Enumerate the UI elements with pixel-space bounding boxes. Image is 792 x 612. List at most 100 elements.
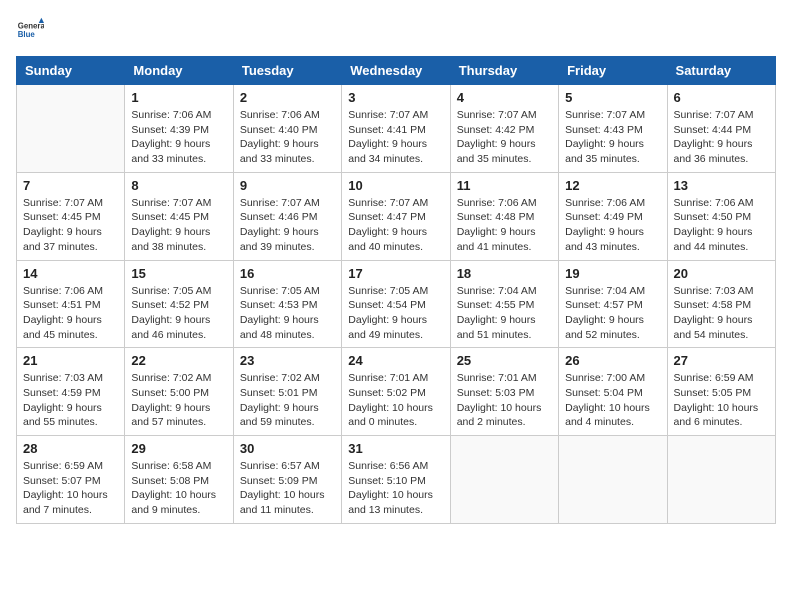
day-info: Sunrise: 7:06 AM Sunset: 4:50 PM Dayligh… xyxy=(674,196,769,255)
calendar-cell: 20 Sunrise: 7:03 AM Sunset: 4:58 PM Dayli… xyxy=(667,260,775,348)
day-number: 11 xyxy=(457,178,552,193)
day-info: Sunrise: 7:07 AM Sunset: 4:46 PM Dayligh… xyxy=(240,196,335,255)
calendar-cell: 31 Sunrise: 6:56 AM Sunset: 5:10 PM Dayli… xyxy=(342,436,450,524)
day-info: Sunrise: 7:06 AM Sunset: 4:51 PM Dayligh… xyxy=(23,284,118,343)
day-info: Sunrise: 7:01 AM Sunset: 5:03 PM Dayligh… xyxy=(457,371,552,430)
calendar-cell: 5 Sunrise: 7:07 AM Sunset: 4:43 PM Daylig… xyxy=(559,85,667,173)
weekday-header-wednesday: Wednesday xyxy=(342,57,450,85)
day-info: Sunrise: 7:07 AM Sunset: 4:45 PM Dayligh… xyxy=(131,196,226,255)
day-number: 31 xyxy=(348,441,443,456)
calendar-cell: 6 Sunrise: 7:07 AM Sunset: 4:44 PM Daylig… xyxy=(667,85,775,173)
day-info: Sunrise: 7:07 AM Sunset: 4:43 PM Dayligh… xyxy=(565,108,660,167)
logo: General Blue xyxy=(16,16,48,44)
calendar-cell: 24 Sunrise: 7:01 AM Sunset: 5:02 PM Dayli… xyxy=(342,348,450,436)
day-number: 9 xyxy=(240,178,335,193)
day-number: 5 xyxy=(565,90,660,105)
day-info: Sunrise: 7:02 AM Sunset: 5:00 PM Dayligh… xyxy=(131,371,226,430)
calendar-cell: 13 Sunrise: 7:06 AM Sunset: 4:50 PM Dayli… xyxy=(667,172,775,260)
day-number: 22 xyxy=(131,353,226,368)
day-info: Sunrise: 7:05 AM Sunset: 4:52 PM Dayligh… xyxy=(131,284,226,343)
logo-icon: General Blue xyxy=(16,16,44,44)
day-info: Sunrise: 7:07 AM Sunset: 4:41 PM Dayligh… xyxy=(348,108,443,167)
weekday-header-saturday: Saturday xyxy=(667,57,775,85)
day-info: Sunrise: 7:07 AM Sunset: 4:44 PM Dayligh… xyxy=(674,108,769,167)
day-info: Sunrise: 7:01 AM Sunset: 5:02 PM Dayligh… xyxy=(348,371,443,430)
day-number: 24 xyxy=(348,353,443,368)
calendar-cell: 25 Sunrise: 7:01 AM Sunset: 5:03 PM Dayli… xyxy=(450,348,558,436)
day-number: 13 xyxy=(674,178,769,193)
day-info: Sunrise: 7:06 AM Sunset: 4:40 PM Dayligh… xyxy=(240,108,335,167)
calendar-cell: 23 Sunrise: 7:02 AM Sunset: 5:01 PM Dayli… xyxy=(233,348,341,436)
calendar-cell: 3 Sunrise: 7:07 AM Sunset: 4:41 PM Daylig… xyxy=(342,85,450,173)
day-number: 29 xyxy=(131,441,226,456)
day-info: Sunrise: 7:04 AM Sunset: 4:55 PM Dayligh… xyxy=(457,284,552,343)
weekday-header-friday: Friday xyxy=(559,57,667,85)
calendar-cell: 9 Sunrise: 7:07 AM Sunset: 4:46 PM Daylig… xyxy=(233,172,341,260)
day-number: 20 xyxy=(674,266,769,281)
day-info: Sunrise: 7:06 AM Sunset: 4:39 PM Dayligh… xyxy=(131,108,226,167)
calendar-cell: 7Sunrise: 7:07 AM Sunset: 4:45 PM Daylig… xyxy=(17,172,125,260)
day-info: Sunrise: 6:58 AM Sunset: 5:08 PM Dayligh… xyxy=(131,459,226,518)
day-info: Sunrise: 7:04 AM Sunset: 4:57 PM Dayligh… xyxy=(565,284,660,343)
calendar-week-row: 21Sunrise: 7:03 AM Sunset: 4:59 PM Dayli… xyxy=(17,348,776,436)
day-number: 12 xyxy=(565,178,660,193)
calendar-cell: 2Sunrise: 7:06 AM Sunset: 4:40 PM Daylig… xyxy=(233,85,341,173)
day-number: 28 xyxy=(23,441,118,456)
day-number: 23 xyxy=(240,353,335,368)
calendar-table: SundayMondayTuesdayWednesdayThursdayFrid… xyxy=(16,56,776,524)
calendar-cell: 15 Sunrise: 7:05 AM Sunset: 4:52 PM Dayli… xyxy=(125,260,233,348)
day-number: 21 xyxy=(23,353,118,368)
calendar-cell: 4 Sunrise: 7:07 AM Sunset: 4:42 PM Daylig… xyxy=(450,85,558,173)
day-number: 27 xyxy=(674,353,769,368)
calendar-cell xyxy=(559,436,667,524)
day-info: Sunrise: 7:06 AM Sunset: 4:49 PM Dayligh… xyxy=(565,196,660,255)
calendar-cell: 11 Sunrise: 7:06 AM Sunset: 4:48 PM Dayli… xyxy=(450,172,558,260)
day-number: 25 xyxy=(457,353,552,368)
day-number: 17 xyxy=(348,266,443,281)
calendar-cell: 10Sunrise: 7:07 AM Sunset: 4:47 PM Dayli… xyxy=(342,172,450,260)
calendar-week-row: 14Sunrise: 7:06 AM Sunset: 4:51 PM Dayli… xyxy=(17,260,776,348)
calendar-cell: 12 Sunrise: 7:06 AM Sunset: 4:49 PM Dayli… xyxy=(559,172,667,260)
svg-text:Blue: Blue xyxy=(18,30,36,39)
day-info: Sunrise: 7:02 AM Sunset: 5:01 PM Dayligh… xyxy=(240,371,335,430)
calendar-cell: 21Sunrise: 7:03 AM Sunset: 4:59 PM Dayli… xyxy=(17,348,125,436)
day-info: Sunrise: 6:59 AM Sunset: 5:05 PM Dayligh… xyxy=(674,371,769,430)
weekday-header-row: SundayMondayTuesdayWednesdayThursdayFrid… xyxy=(17,57,776,85)
day-number: 1 xyxy=(131,90,226,105)
calendar-week-row: 1 Sunrise: 7:06 AM Sunset: 4:39 PM Daylig… xyxy=(17,85,776,173)
day-number: 6 xyxy=(674,90,769,105)
day-number: 30 xyxy=(240,441,335,456)
day-info: Sunrise: 6:59 AM Sunset: 5:07 PM Dayligh… xyxy=(23,459,118,518)
calendar-cell: 14Sunrise: 7:06 AM Sunset: 4:51 PM Dayli… xyxy=(17,260,125,348)
calendar-cell: 17 Sunrise: 7:05 AM Sunset: 4:54 PM Dayli… xyxy=(342,260,450,348)
page-header: General Blue xyxy=(16,16,776,44)
day-number: 26 xyxy=(565,353,660,368)
day-number: 3 xyxy=(348,90,443,105)
day-info: Sunrise: 7:07 AM Sunset: 4:47 PM Dayligh… xyxy=(348,196,443,255)
calendar-cell: 29 Sunrise: 6:58 AM Sunset: 5:08 PM Dayli… xyxy=(125,436,233,524)
calendar-cell: 8 Sunrise: 7:07 AM Sunset: 4:45 PM Daylig… xyxy=(125,172,233,260)
day-info: Sunrise: 7:06 AM Sunset: 4:48 PM Dayligh… xyxy=(457,196,552,255)
calendar-week-row: 28 Sunrise: 6:59 AM Sunset: 5:07 PM Dayli… xyxy=(17,436,776,524)
calendar-cell: 19 Sunrise: 7:04 AM Sunset: 4:57 PM Dayli… xyxy=(559,260,667,348)
day-number: 18 xyxy=(457,266,552,281)
day-number: 15 xyxy=(131,266,226,281)
day-number: 19 xyxy=(565,266,660,281)
calendar-cell: 28 Sunrise: 6:59 AM Sunset: 5:07 PM Dayli… xyxy=(17,436,125,524)
weekday-header-sunday: Sunday xyxy=(17,57,125,85)
day-number: 4 xyxy=(457,90,552,105)
calendar-cell xyxy=(450,436,558,524)
day-info: Sunrise: 7:05 AM Sunset: 4:54 PM Dayligh… xyxy=(348,284,443,343)
calendar-cell xyxy=(667,436,775,524)
calendar-cell: 18 Sunrise: 7:04 AM Sunset: 4:55 PM Dayli… xyxy=(450,260,558,348)
day-info: Sunrise: 7:03 AM Sunset: 4:58 PM Dayligh… xyxy=(674,284,769,343)
calendar-cell: 30Sunrise: 6:57 AM Sunset: 5:09 PM Dayli… xyxy=(233,436,341,524)
calendar-week-row: 7Sunrise: 7:07 AM Sunset: 4:45 PM Daylig… xyxy=(17,172,776,260)
calendar-cell: 26Sunrise: 7:00 AM Sunset: 5:04 PM Dayli… xyxy=(559,348,667,436)
day-number: 8 xyxy=(131,178,226,193)
day-info: Sunrise: 7:07 AM Sunset: 4:42 PM Dayligh… xyxy=(457,108,552,167)
day-info: Sunrise: 6:56 AM Sunset: 5:10 PM Dayligh… xyxy=(348,459,443,518)
calendar-cell: 1 Sunrise: 7:06 AM Sunset: 4:39 PM Daylig… xyxy=(125,85,233,173)
weekday-header-thursday: Thursday xyxy=(450,57,558,85)
day-number: 16 xyxy=(240,266,335,281)
